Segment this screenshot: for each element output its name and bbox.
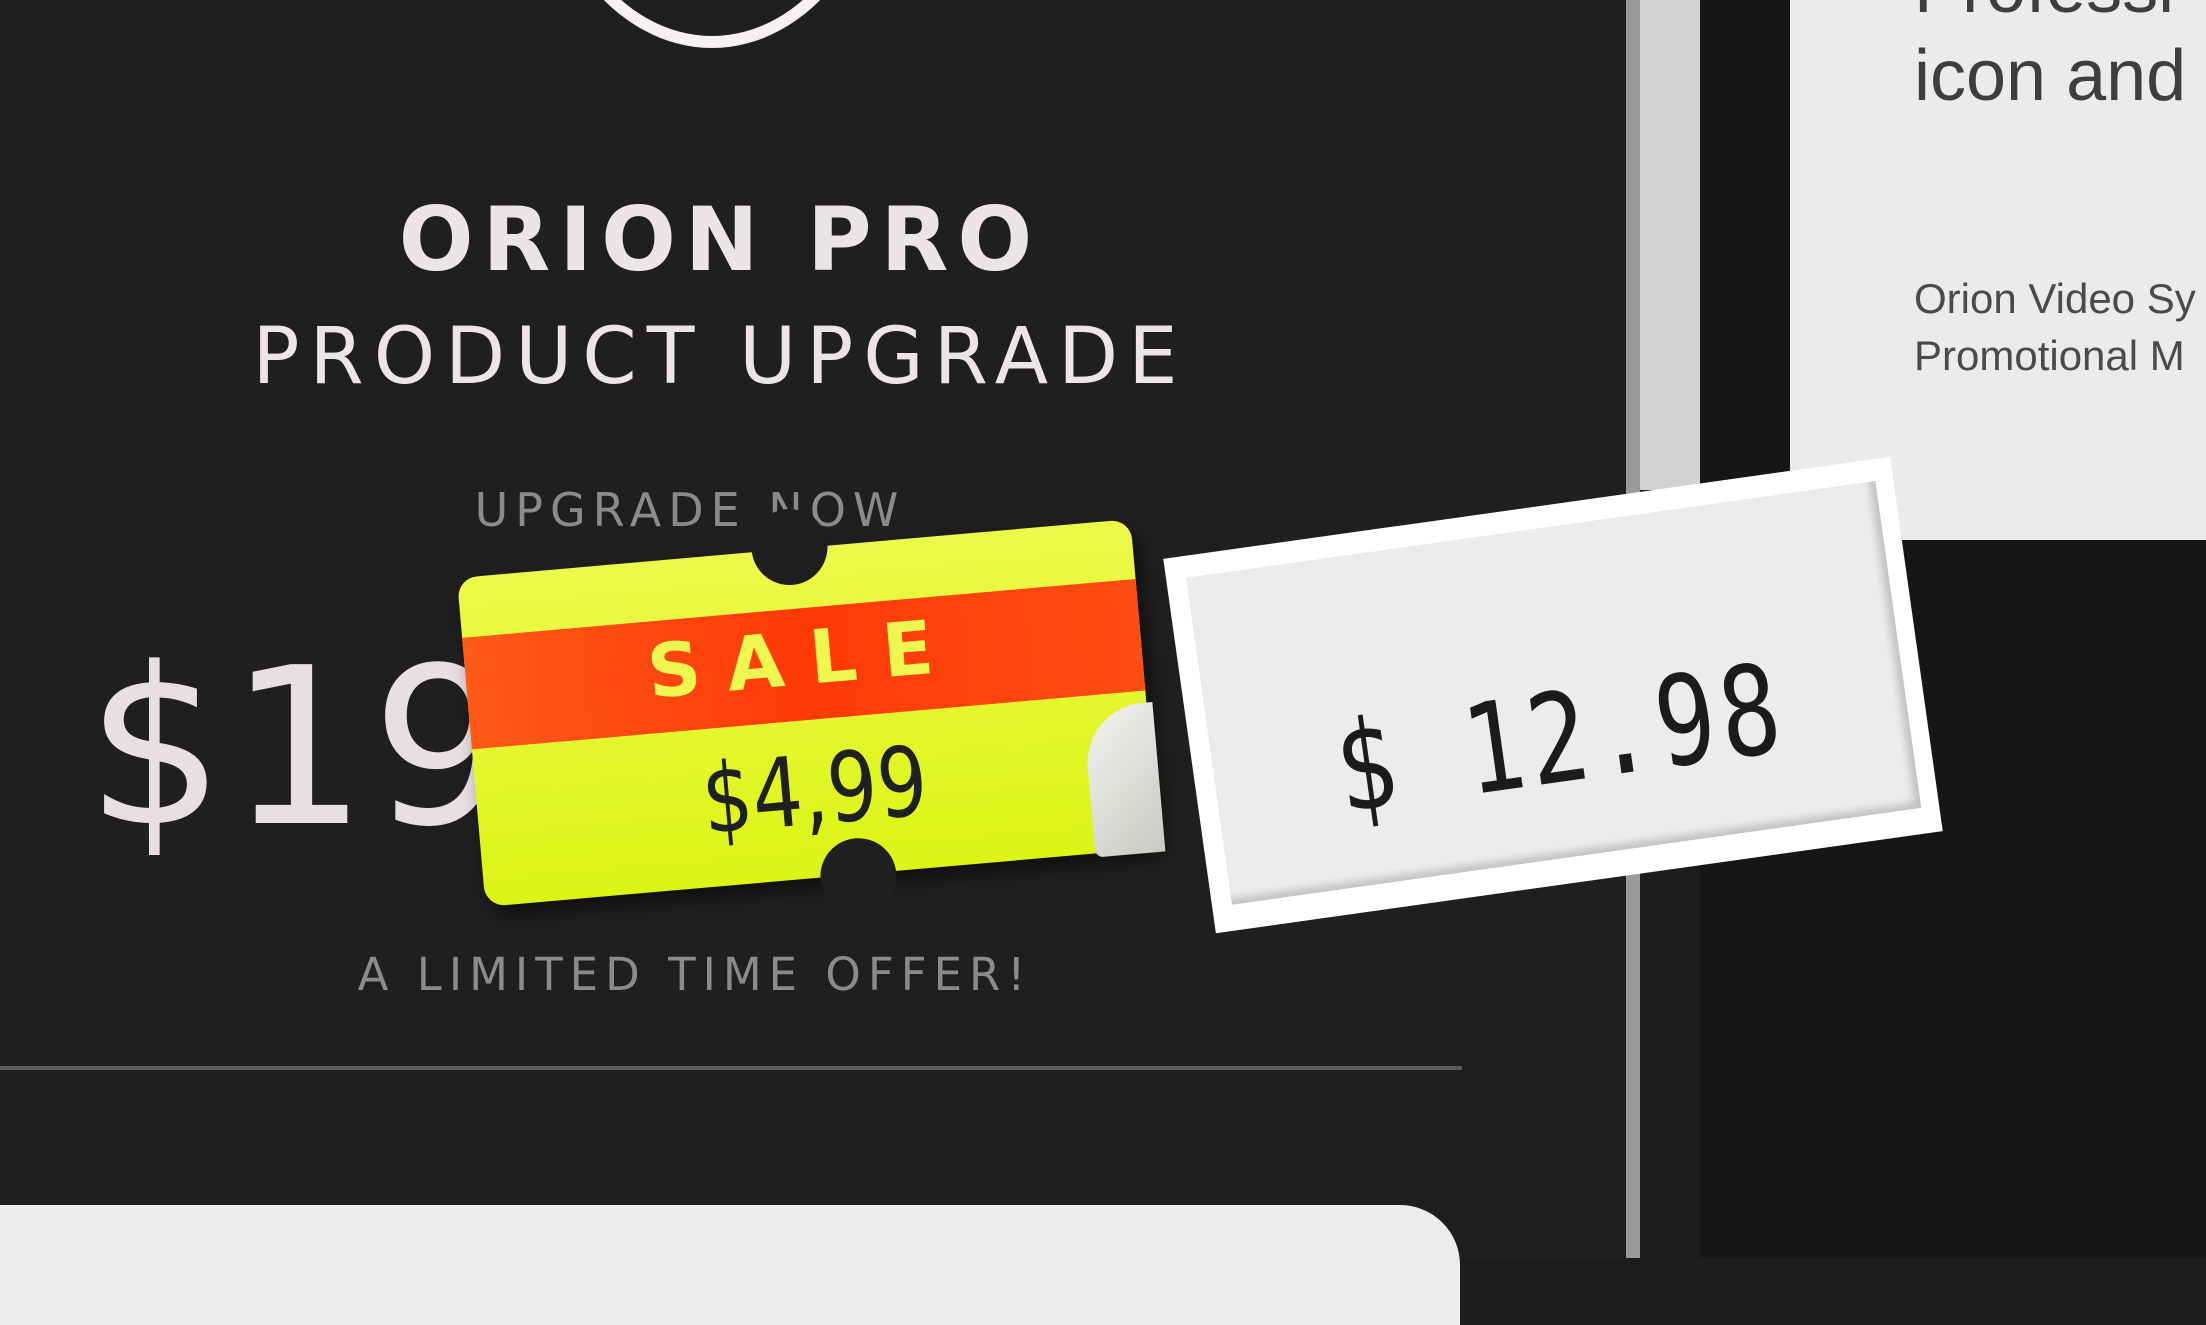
product-card-title-top: Professi [1914,0,2174,24]
product-card-title: icon and [1914,36,2187,116]
bottom-card[interactable] [0,1205,1460,1325]
product-card-desc-line1: Orion Video Sy [1914,275,2196,322]
product-title: ORION PRO [398,188,1042,291]
sale-sticker: SALE $4,99 [456,505,1166,918]
limited-offer-text: A LIMITED TIME OFFER! [357,948,1033,1001]
original-price: $19 [86,622,515,875]
price-tag-label: $ 12.98 [1186,481,1922,905]
product-subtitle: PRODUCT UPGRADE [252,312,1188,402]
handwritten-price: $ 12.98 [1326,636,1794,843]
panel-gutter [1640,0,1700,490]
sale-price: $4,99 [697,725,932,857]
divider [0,1066,1462,1070]
sticker-curl [1082,701,1166,858]
upgrade-now-heading: UPGRADE NOW [474,483,906,537]
product-card-desc-line2: Promotional M [1914,332,2185,379]
